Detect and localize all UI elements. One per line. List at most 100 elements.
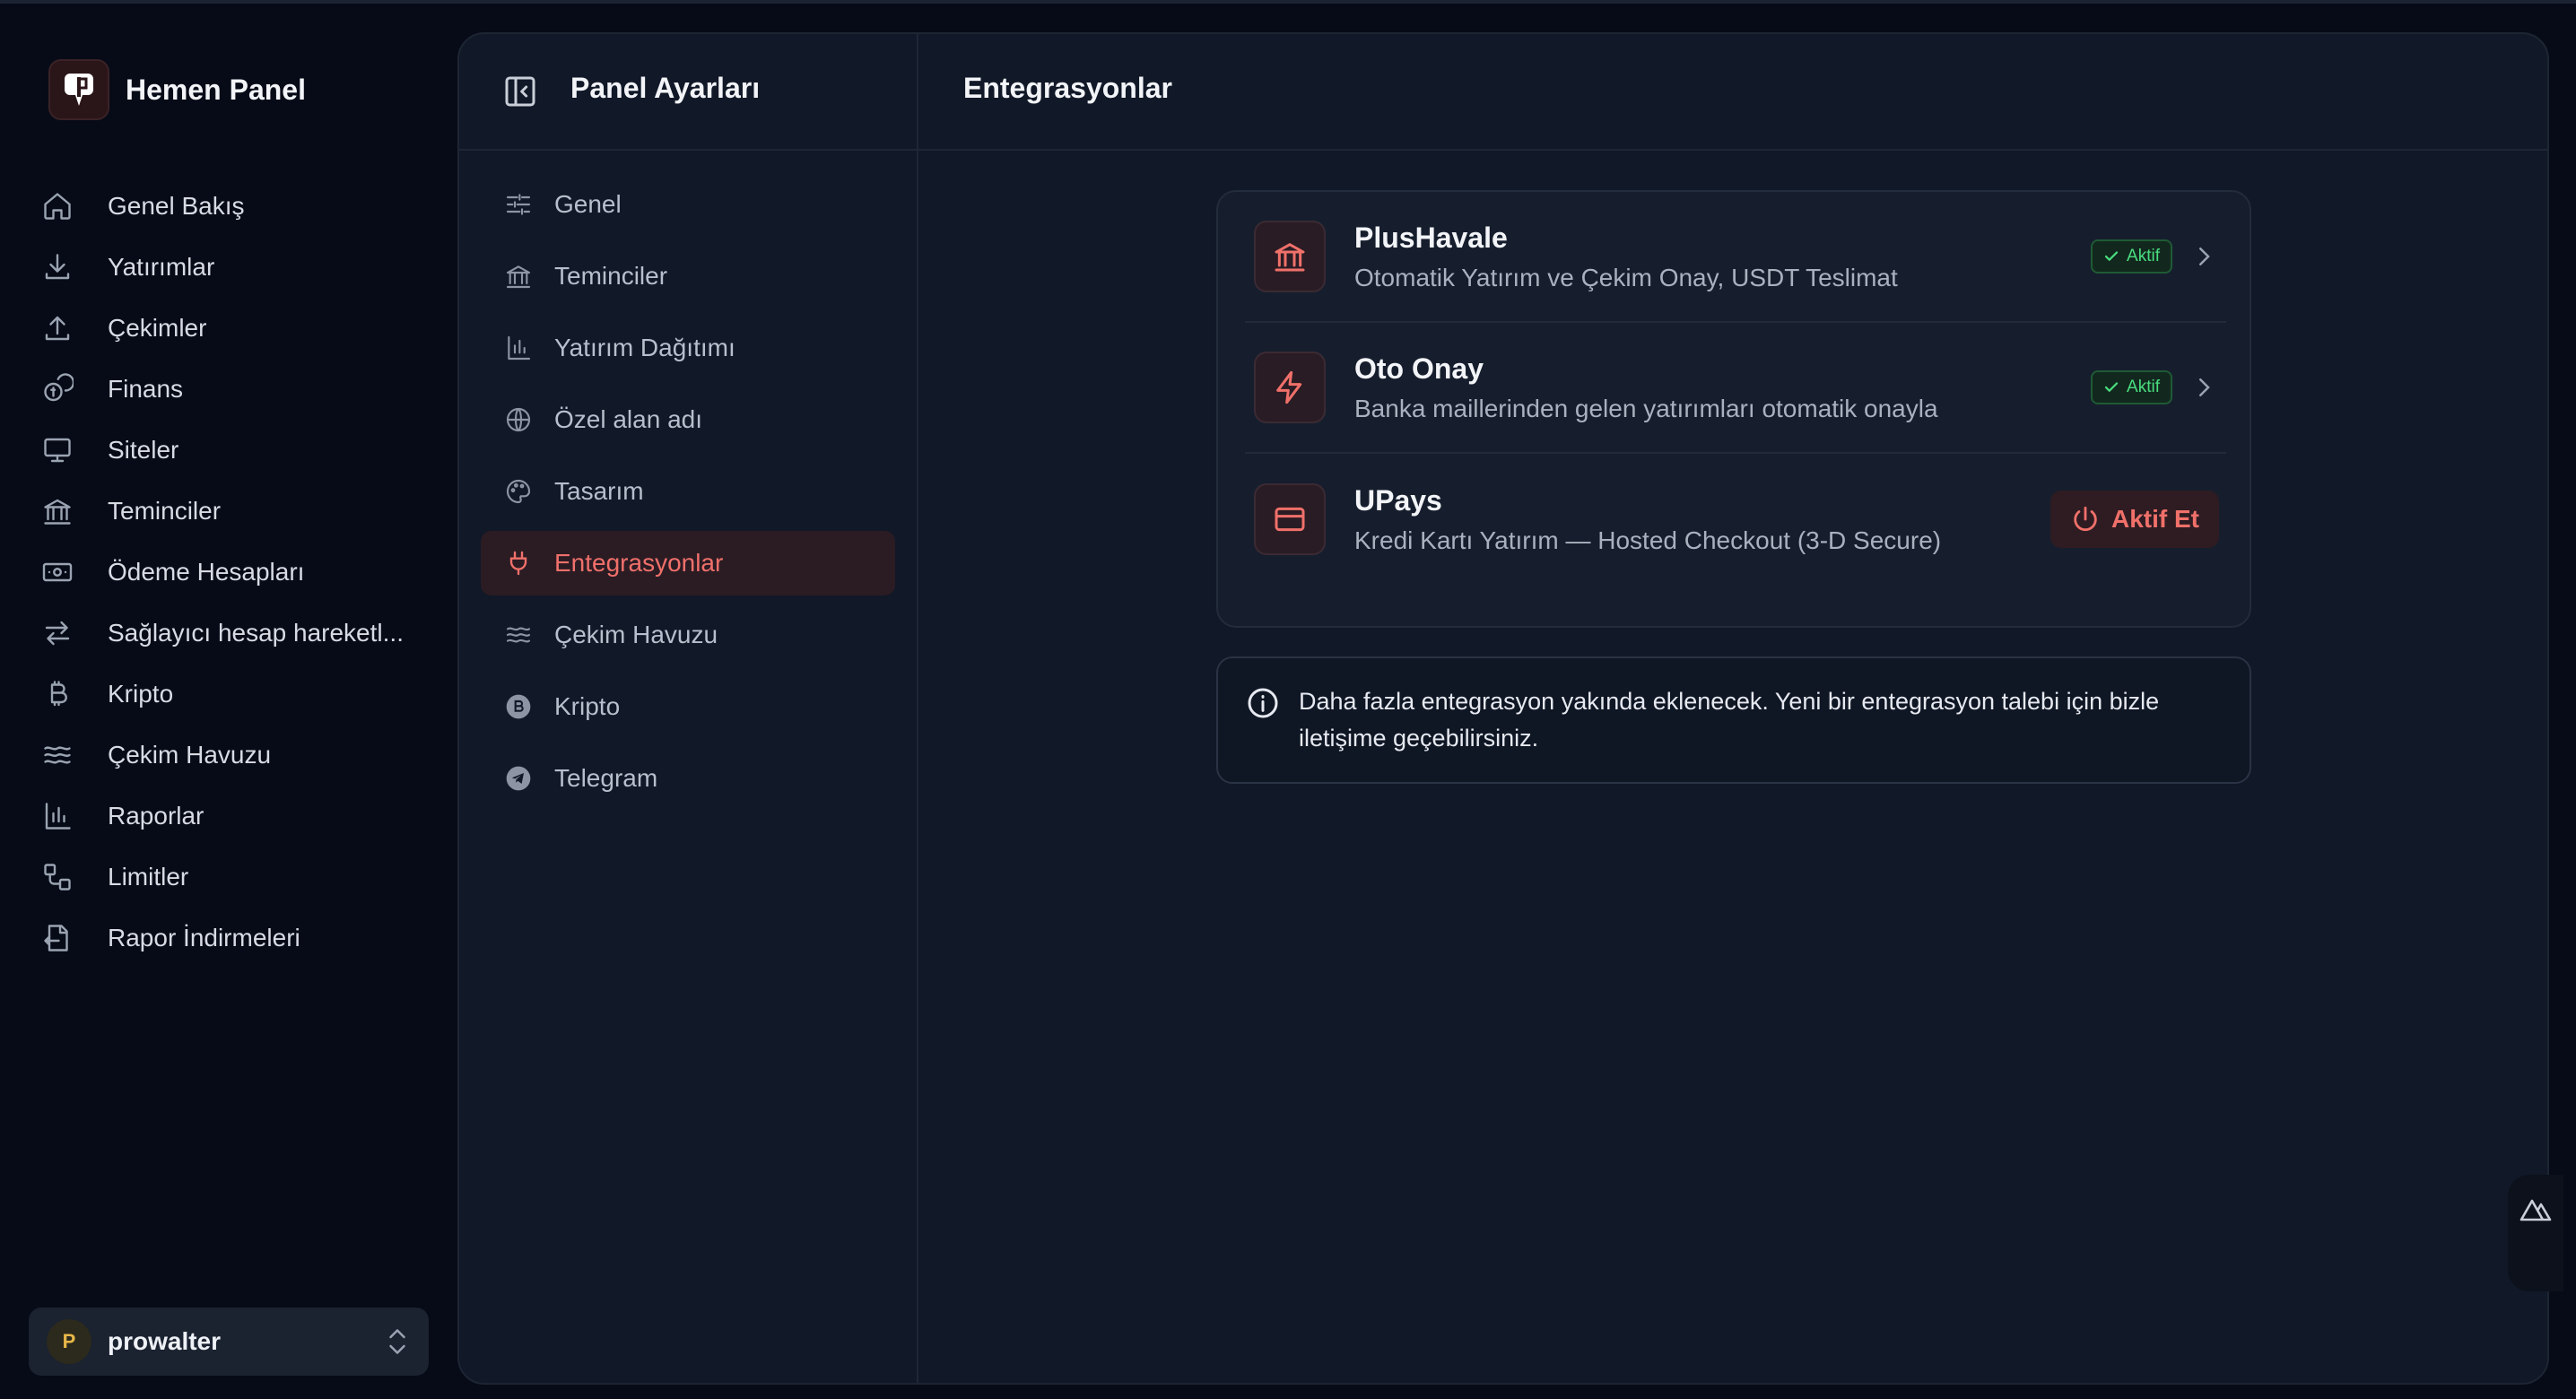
floating-devtools-toggle[interactable]: [2508, 1175, 2563, 1291]
bitcoin-icon: [500, 689, 536, 725]
workflow-icon: [38, 857, 77, 897]
app-window: Hemen Panel Genel Bakış Yatırımlar Çekim…: [0, 0, 2576, 1399]
sidebar-item-label: Limitler: [108, 863, 189, 891]
user-name: prowalter: [108, 1327, 222, 1355]
info-notice-text: Daha fazla entegrasyon yakında eklenecek…: [1299, 688, 2160, 752]
integration-row-upays: UPays Kredi Kartı Yatırım — Hosted Check…: [1245, 454, 2226, 585]
settings-item-tasarim[interactable]: Tasarım: [481, 459, 895, 524]
settings-item-label: Çekim Havuzu: [554, 621, 718, 648]
settings-item-label: Teminciler: [554, 262, 668, 290]
globe-icon: [500, 402, 536, 438]
integration-description: Banka maillerinden gelen yatırımları oto…: [1354, 394, 1938, 422]
sidebar-item-label: Finans: [108, 375, 184, 403]
main-nav: Genel Bakış Yatırımlar Çekimler Finans S…: [38, 176, 432, 969]
bank-icon: [38, 491, 77, 531]
power-icon: [2074, 506, 2097, 532]
activate-button[interactable]: Aktif Et: [2050, 491, 2219, 548]
sidebar-item-label: Teminciler: [108, 497, 222, 525]
integration-row-plushavale[interactable]: PlusHavale Otomatik Yatırım ve Çekim Ona…: [1245, 192, 2226, 323]
sidebar-item-label: Çekimler: [108, 314, 207, 342]
integrations-card: PlusHavale Otomatik Yatırım ve Çekim Ona…: [1216, 190, 2251, 628]
sidebar-item-kripto[interactable]: Kripto: [38, 664, 432, 725]
settings-item-genel[interactable]: Genel: [481, 172, 895, 237]
bitcoin-icon: [38, 674, 77, 714]
settings-column: Panel Ayarları Genel Teminciler Yatırım …: [459, 34, 918, 1383]
settings-item-label: Özel alan adı: [554, 405, 702, 433]
plug-icon: [500, 545, 536, 581]
sidebar-item-raporlar[interactable]: Raporlar: [38, 786, 432, 847]
bank-icon: [500, 258, 536, 294]
sidebar-item-limitler[interactable]: Limitler: [38, 847, 432, 908]
monitor-icon: [38, 430, 77, 470]
avatar: P: [47, 1319, 91, 1364]
sidebar-item-odeme-hesaplari[interactable]: Ödeme Hesapları: [38, 542, 432, 603]
settings-item-label: Tasarım: [554, 477, 644, 505]
sliders-icon: [500, 187, 536, 222]
integration-row-oto-onay[interactable]: Oto Onay Banka maillerinden gelen yatırı…: [1245, 323, 2226, 454]
sidebar-item-label: Ödeme Hesapları: [108, 558, 305, 586]
sidebar-item-label: Rapor İndirmeleri: [108, 924, 300, 951]
telegram-icon: [500, 760, 536, 796]
sidebar-item-label: Kripto: [108, 680, 174, 708]
user-switcher[interactable]: P prowalter: [29, 1308, 429, 1376]
file-export-icon: [38, 918, 77, 958]
settings-item-teminciler[interactable]: Teminciler: [481, 244, 895, 308]
sidebar-item-finans[interactable]: Finans: [38, 359, 432, 420]
check-icon: [2104, 251, 2119, 261]
waves-icon: [500, 617, 536, 653]
integration-name: Oto Onay: [1354, 352, 1484, 385]
settings-item-telegram[interactable]: Telegram: [481, 746, 895, 811]
settings-item-kripto[interactable]: Kripto: [481, 674, 895, 739]
settings-item-entegrasyonlar[interactable]: Entegrasyonlar: [481, 531, 895, 595]
settings-item-label: Telegram: [554, 764, 658, 792]
credit-card-icon: [1254, 483, 1326, 555]
page-title: Entegrasyonlar: [963, 72, 1172, 104]
bar-chart-icon: [38, 796, 77, 836]
settings-item-ozel-alan-adi[interactable]: Özel alan adı: [481, 387, 895, 452]
sidebar-item-siteler[interactable]: Siteler: [38, 420, 432, 481]
info-icon: [1248, 688, 1278, 718]
integration-description: Otomatik Yatırım ve Çekim Onay, USDT Tes…: [1354, 263, 1898, 291]
sidebar-item-saglayici-hareketleri[interactable]: Sağlayıcı hesap hareketl...: [38, 603, 432, 664]
arrows-icon: [38, 613, 77, 653]
brand[interactable]: Hemen Panel: [48, 59, 306, 120]
sidebar-item-cekim-havuzu[interactable]: Çekim Havuzu: [38, 725, 432, 786]
settings-title: Panel Ayarları: [570, 72, 761, 104]
upload-icon: [38, 308, 77, 348]
download-icon: [38, 248, 77, 287]
settings-item-cekim-havuzu[interactable]: Çekim Havuzu: [481, 603, 895, 667]
sidebar-collapse-icon[interactable]: [502, 74, 538, 109]
home-icon: [38, 187, 77, 226]
check-icon: [2104, 382, 2119, 392]
nuxt-devtools-icon: [2519, 1199, 2552, 1221]
sidebar-item-genel-bakis[interactable]: Genel Bakış: [38, 176, 432, 237]
sidebar-item-label: Raporlar: [108, 802, 205, 830]
palette-icon: [500, 474, 536, 509]
settings-nav: Genel Teminciler Yatırım Dağıtımı Özel a…: [481, 172, 895, 818]
info-notice: Daha fazla entegrasyon yakında eklenecek…: [1216, 656, 2251, 784]
settings-item-label: Genel: [554, 190, 622, 218]
sidebar-item-rapor-indirmeleri[interactable]: Rapor İndirmeleri: [38, 908, 432, 969]
integration-name: UPays: [1354, 483, 1442, 517]
sidebar-item-label: Sağlayıcı hesap hareketl...: [108, 619, 404, 647]
coins-icon: [38, 369, 77, 409]
settings-item-yatirim-dagitimi[interactable]: Yatırım Dağıtımı: [481, 316, 895, 380]
settings-item-label: Kripto: [554, 692, 621, 720]
sidebar-item-label: Çekim Havuzu: [108, 741, 272, 769]
settings-panel: Panel Ayarları Genel Teminciler Yatırım …: [457, 32, 2549, 1385]
activate-button-label: Aktif Et: [2111, 505, 2199, 533]
status-badge-label: Aktif: [2127, 378, 2160, 396]
sidebar-item-yatirimlar[interactable]: Yatırımlar: [38, 237, 432, 298]
settings-item-label: Yatırım Dağıtımı: [554, 334, 735, 361]
chevron-right-icon[interactable]: [2190, 243, 2217, 270]
sidebar-item-teminciler[interactable]: Teminciler: [38, 481, 432, 542]
brand-logo-icon: [48, 59, 109, 120]
settings-item-label: Entegrasyonlar: [554, 549, 724, 577]
status-badge: Aktif: [2091, 370, 2172, 404]
sidebar-item-cekimler[interactable]: Çekimler: [38, 298, 432, 359]
banknote-icon: [38, 552, 77, 592]
chevron-right-icon[interactable]: [2190, 374, 2217, 401]
main-sidebar: Hemen Panel Genel Bakış Yatırımlar Çekim…: [0, 0, 457, 1399]
status-badge: Aktif: [2091, 239, 2172, 274]
bank-icon: [1254, 221, 1326, 292]
